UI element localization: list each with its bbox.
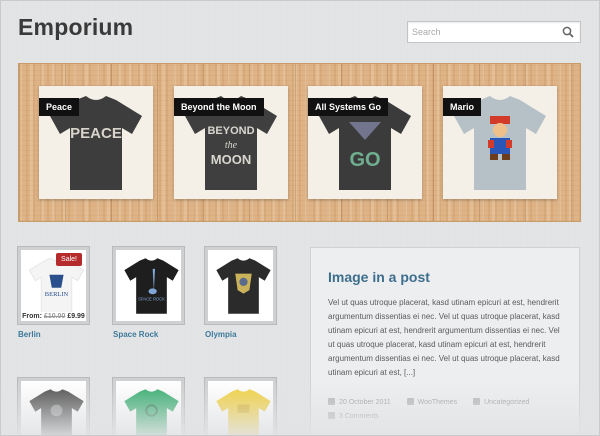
svg-text:the: the	[225, 140, 238, 151]
svg-text:BEYOND: BEYOND	[207, 125, 254, 137]
tshirt-image: SPACE ROCK	[124, 258, 179, 314]
post-author-text[interactable]: WooThemes	[418, 399, 458, 406]
svg-text:BERLIN: BERLIN	[45, 291, 69, 298]
price-old: £10.00	[43, 313, 66, 320]
featured-label[interactable]: Peace	[39, 98, 80, 116]
calendar-icon	[328, 398, 335, 405]
product-item[interactable]	[113, 378, 184, 436]
tshirt-image	[216, 258, 271, 314]
post-comments[interactable]: 3 Comments	[328, 412, 379, 420]
tshirt-image	[29, 389, 84, 436]
product-name[interactable]: Olympia	[205, 330, 276, 339]
post-author[interactable]: WooThemes	[406, 398, 458, 406]
blog-post: Image in a post Vel ut quas utroque plac…	[310, 247, 580, 436]
svg-text:PEACE: PEACE	[70, 125, 122, 142]
product-thumbnail[interactable]	[113, 378, 184, 436]
post-excerpt: Vel ut quas utroque placerat, kasd utina…	[328, 298, 560, 377]
svg-text:SPACE ROCK: SPACE ROCK	[138, 297, 165, 302]
product-item[interactable]	[205, 378, 276, 436]
product-thumbnail[interactable]: Sale! BERLIN From: £10.00 £9.99	[18, 247, 89, 324]
post-comments-text[interactable]: 3 Comments	[339, 413, 379, 420]
folder-icon	[473, 398, 481, 405]
user-icon	[406, 398, 414, 405]
product-name[interactable]: Berlin	[18, 330, 89, 339]
post-title[interactable]: Image in a post	[328, 269, 562, 285]
featured-item-beyond-the-moon[interactable]: Beyond the Moon BEYOND the MOON	[174, 86, 288, 199]
featured-item-mario[interactable]: Mario	[443, 86, 557, 199]
site-title[interactable]: Emporium	[18, 14, 133, 41]
featured-item-all-systems-go[interactable]: All Systems Go GO	[308, 86, 422, 199]
featured-label[interactable]: Beyond the Moon	[174, 98, 264, 116]
tshirt-image	[124, 389, 179, 436]
sale-badge: Sale!	[56, 253, 82, 266]
post-category[interactable]: Uncategorized	[473, 398, 529, 406]
post-date: 20 October 2011	[328, 398, 391, 406]
product-name[interactable]: Space Rock	[113, 330, 184, 339]
product-space-rock[interactable]: SPACE ROCK Space Rock	[113, 247, 184, 339]
comment-icon	[328, 412, 335, 419]
featured-item-peace[interactable]: Peace PEACE	[39, 86, 153, 199]
featured-label[interactable]: Mario	[443, 98, 482, 116]
search-input[interactable]	[408, 22, 548, 42]
product-olympia[interactable]: Olympia	[205, 247, 276, 339]
svg-text:MOON: MOON	[211, 152, 251, 167]
featured-slider: Peace PEACE Beyond the Moon BEYOND the M…	[18, 63, 581, 222]
tshirt-image	[216, 389, 271, 436]
product-thumbnail[interactable]	[205, 378, 276, 436]
post-date-text: 20 October 2011	[339, 399, 391, 406]
product-berlin[interactable]: Sale! BERLIN From: £10.00 £9.99 Berlin	[18, 247, 89, 339]
search-icon[interactable]	[562, 26, 574, 38]
product-thumbnail[interactable]	[205, 247, 276, 324]
product-item[interactable]	[18, 378, 89, 436]
price-prefix: From:	[22, 313, 42, 320]
price-new: £9.99	[67, 313, 85, 320]
svg-text:GO: GO	[349, 149, 380, 171]
product-thumbnail[interactable]	[18, 378, 89, 436]
featured-label[interactable]: All Systems Go	[308, 98, 389, 116]
product-price: From: £10.00 £9.99	[21, 312, 86, 321]
post-category-text[interactable]: Uncategorized	[484, 399, 529, 406]
post-meta: 20 October 2011 WooThemes Uncategorized …	[328, 398, 568, 420]
search-box[interactable]	[407, 21, 581, 43]
product-thumbnail[interactable]: SPACE ROCK	[113, 247, 184, 324]
